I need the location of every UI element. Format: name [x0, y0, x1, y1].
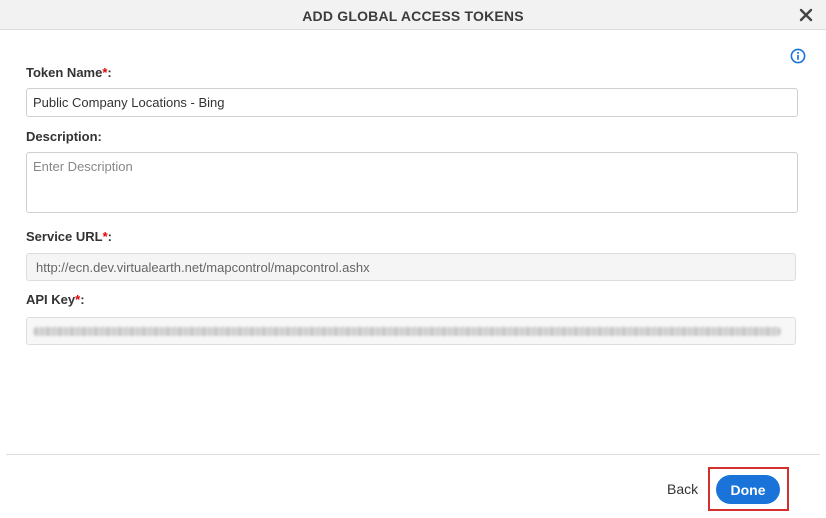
description-textarea[interactable]: [26, 152, 798, 213]
description-label: Description:: [26, 129, 102, 144]
service-url-label-suffix: :: [107, 229, 112, 244]
service-url-label: Service URL*:: [26, 229, 112, 244]
back-button[interactable]: Back: [667, 481, 698, 497]
api-key-obscured-value: [33, 327, 781, 336]
footer-divider: [6, 454, 820, 455]
info-icon[interactable]: [790, 48, 806, 64]
api-key-label-text: API Key: [26, 292, 76, 307]
close-icon[interactable]: [798, 7, 814, 23]
token-name-input[interactable]: [26, 88, 798, 117]
token-name-label: Token Name*:: [26, 65, 112, 80]
dialog-header: ADD GLOBAL ACCESS TOKENS: [0, 0, 826, 30]
token-name-label-suffix: :: [107, 65, 112, 80]
api-key-label: API Key*:: [26, 292, 85, 307]
api-key-input[interactable]: [26, 317, 796, 345]
done-button[interactable]: Done: [716, 475, 780, 504]
api-key-label-suffix: :: [80, 292, 85, 307]
token-name-label-text: Token Name: [26, 65, 103, 80]
service-url-input[interactable]: [26, 253, 796, 281]
dialog-title: ADD GLOBAL ACCESS TOKENS: [302, 8, 524, 24]
service-url-label-text: Service URL: [26, 229, 103, 244]
